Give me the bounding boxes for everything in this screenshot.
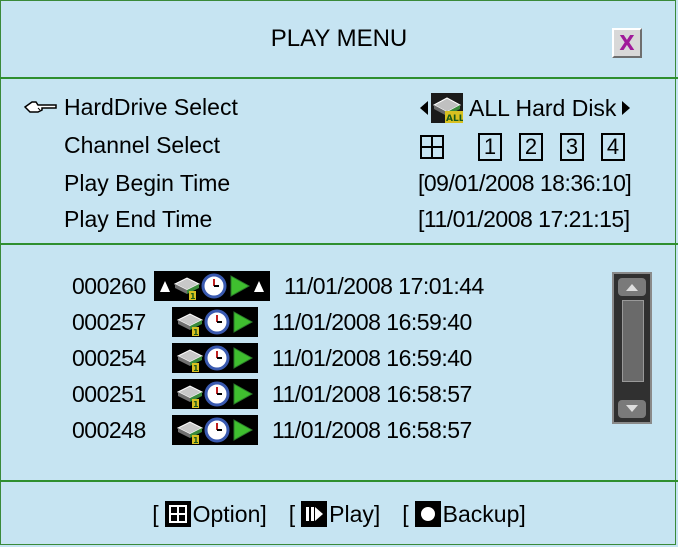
list-item[interactable]: 000248 1 11/01/2008 16:58:57 [72, 415, 472, 445]
bracket: [ [288, 500, 296, 527]
arrow-right-icon[interactable] [622, 101, 631, 115]
play-icon [233, 311, 254, 333]
harddrive-select[interactable]: ALL ALL Hard Disk [420, 93, 670, 123]
marker-up-icon [254, 281, 264, 292]
channel-2-button[interactable]: 2 [519, 133, 543, 161]
scroll-down-button[interactable] [618, 400, 646, 418]
record-datetime: 11/01/2008 16:59:40 [272, 308, 472, 335]
scrollbar[interactable] [612, 272, 652, 424]
record-icons: 1 [172, 307, 258, 337]
channel-3-button[interactable]: 3 [560, 133, 584, 161]
svg-text:ALL: ALL [446, 114, 463, 123]
clock-icon [204, 345, 230, 371]
svg-text:1: 1 [193, 364, 199, 372]
close-icon: X [619, 31, 635, 55]
play-end-time-field[interactable]: [11/01/2008 17:21:15] [418, 206, 630, 233]
harddrive-value: ALL Hard Disk [469, 94, 617, 121]
channel-select: 1 2 3 4 [420, 130, 625, 164]
record-icons: 1 [172, 415, 258, 445]
list-item[interactable]: 000254 1 11/01/2008 16:59:40 [72, 343, 472, 373]
record-icons: 1 [172, 343, 258, 373]
svg-text:1: 1 [193, 400, 199, 408]
play-begin-time-field[interactable]: [09/01/2008 18:36:10] [418, 170, 632, 197]
bracket: [ [402, 500, 409, 527]
option-button[interactable]: [ Option] [152, 501, 267, 528]
divider [0, 77, 678, 79]
backup-button[interactable]: [ Backup] [402, 501, 526, 528]
clock-icon [201, 273, 227, 299]
channel-4-button[interactable]: 4 [601, 133, 625, 161]
record-dot-icon [414, 501, 441, 527]
harddrive-select-label: HardDrive Select [64, 94, 238, 120]
close-button[interactable]: X [612, 28, 642, 58]
harddisk-icon: 1 [176, 421, 204, 444]
record-icons: 1 [154, 271, 270, 301]
record-datetime: 11/01/2008 16:59:40 [272, 344, 472, 371]
play-icon [233, 347, 254, 369]
clock-icon [204, 417, 230, 443]
divider [0, 243, 678, 245]
list-item[interactable]: 000257 1 11/01/2008 16:59:40 [72, 307, 472, 337]
svg-text:1: 1 [190, 292, 196, 300]
option-label: Option] [192, 500, 267, 527]
list-item[interactable]: 000251 1 11/01/2008 16:58:57 [72, 379, 472, 409]
footer-actions: [ Option] [ Play] [ Backup] [0, 482, 678, 546]
scroll-up-button[interactable] [618, 278, 646, 296]
play-button[interactable]: [ Play] [288, 500, 381, 528]
marker-up-icon [160, 281, 170, 292]
record-icons: 1 [172, 379, 258, 409]
play-icon [233, 383, 254, 405]
clock-icon [204, 309, 230, 335]
record-datetime: 11/01/2008 17:01:44 [284, 272, 484, 299]
arrow-left-icon[interactable] [420, 101, 428, 115]
record-id: 000251 [72, 380, 146, 407]
channel-select-label: Channel Select [64, 132, 220, 158]
harddisk-icon: 1 [176, 385, 204, 408]
play-label: Play] [329, 500, 381, 527]
svg-text:1: 1 [193, 436, 199, 444]
quad-grid-icon[interactable] [420, 135, 444, 159]
page-title: PLAY MENU [270, 25, 408, 52]
record-id: 000248 [72, 416, 146, 443]
record-datetime: 11/01/2008 16:58:57 [272, 416, 472, 443]
record-id: 000254 [72, 344, 146, 371]
harddisk-icon: 1 [173, 277, 201, 300]
record-datetime: 11/01/2008 16:58:57 [272, 380, 472, 407]
harddisk-icon: 1 [176, 313, 204, 336]
record-id: 000257 [72, 308, 146, 335]
bracket: [ [152, 500, 159, 527]
option-icon [164, 501, 191, 527]
record-id: 000260 [72, 272, 146, 299]
all-harddisk-icon: ALL [431, 93, 463, 123]
svg-text:1: 1 [193, 328, 199, 336]
play-icon [233, 419, 254, 441]
backup-label: Backup] [442, 500, 526, 527]
channel-1-button[interactable]: 1 [478, 133, 502, 161]
list-item[interactable]: 000260 1 11/01/2008 17:01:44 [72, 271, 484, 301]
play-pause-icon [301, 501, 328, 527]
hand-pointer-icon [24, 101, 57, 113]
clock-icon [204, 381, 230, 407]
scroll-thumb[interactable] [622, 300, 644, 382]
harddisk-icon: 1 [176, 349, 204, 372]
chevron-up-icon [626, 284, 638, 291]
chevron-down-icon [626, 405, 638, 412]
play-begin-time-label: Play Begin Time [64, 170, 231, 196]
play-end-time-label: Play End Time [64, 206, 213, 232]
play-icon [230, 275, 251, 297]
